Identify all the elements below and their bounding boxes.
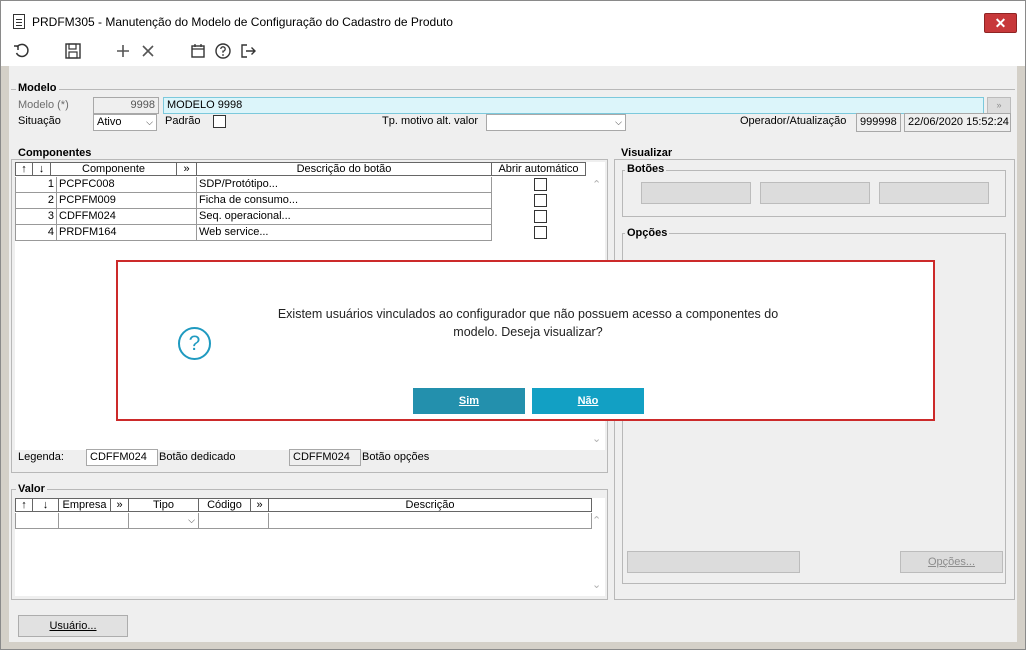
situacao-value: Ativo	[97, 116, 122, 128]
header-componente[interactable]: Componente	[51, 162, 177, 176]
row-descricao[interactable]: Web service...	[197, 225, 492, 241]
chevron-down-icon: ⌵	[615, 117, 622, 127]
valor-group-label: Valor	[16, 483, 47, 495]
header-more-button[interactable]: »	[251, 498, 269, 512]
header-descricao[interactable]: Descrição do botão	[197, 162, 492, 176]
header-empresa[interactable]: Empresa	[59, 498, 111, 512]
modelo-lookup-button[interactable]: »	[987, 97, 1011, 114]
row-componente[interactable]: PCPFC008	[57, 177, 197, 193]
header-codigo[interactable]: Código	[199, 498, 251, 512]
sort-down-icon[interactable]: ↓	[33, 162, 51, 176]
calendar-icon[interactable]	[188, 42, 208, 62]
padrao-checkbox[interactable]	[213, 115, 226, 128]
sort-up-icon[interactable]: ↑	[15, 498, 33, 512]
scroll-down-icon[interactable]: ⌄	[592, 578, 601, 591]
chevron-down-icon: ⌵	[146, 117, 153, 127]
header-abrir[interactable]: Abrir automático	[492, 162, 586, 176]
opcoes-group-label: Opções	[625, 227, 670, 239]
row-descricao[interactable]: Seq. operacional...	[197, 209, 492, 225]
cell-empresa[interactable]	[59, 513, 129, 529]
question-icon: ?	[178, 327, 211, 360]
legenda-label: Legenda:	[18, 451, 64, 463]
row-abrir-checkbox[interactable]	[534, 226, 547, 239]
sort-down-icon[interactable]: ↓	[33, 498, 59, 512]
opcoes-button[interactable]: Opções...	[900, 551, 1003, 573]
chevron-down-icon: ⌵	[188, 515, 195, 525]
header-more-button[interactable]: »	[111, 498, 129, 512]
operador-field: 999998	[856, 113, 901, 132]
header-more-button[interactable]: »	[177, 162, 197, 176]
botoes-group-label: Botões	[625, 163, 667, 175]
preview-button-2[interactable]	[760, 182, 870, 204]
exit-icon[interactable]	[238, 42, 258, 62]
preview-option-field[interactable]	[627, 551, 800, 573]
row-seq[interactable]: 2	[15, 193, 57, 209]
dialog-message-line-2: modelo. Deseja visualizar?	[453, 325, 603, 339]
help-icon[interactable]	[213, 42, 233, 62]
header-descricao[interactable]: Descrição	[269, 498, 592, 512]
padrao-label: Padrão	[165, 115, 201, 127]
row-seq[interactable]: 3	[15, 209, 57, 225]
modelo-group-label: Modelo	[16, 82, 59, 94]
add-icon[interactable]	[113, 42, 133, 62]
sort-up-icon[interactable]: ↑	[15, 162, 33, 176]
save-icon[interactable]	[63, 42, 83, 62]
window-title: PRDFM305 - Manutenção do Modelo de Confi…	[32, 15, 453, 29]
row-componente[interactable]: PRDFM164	[57, 225, 197, 241]
row-abrir-checkbox[interactable]	[534, 210, 547, 223]
legenda-opcoes-label: Botão opções	[362, 451, 430, 463]
legenda-dedicado-sample: CDFFM024	[86, 449, 158, 466]
cell-codigo[interactable]	[199, 513, 269, 529]
row-descricao[interactable]: SDP/Protótipo...	[197, 177, 492, 193]
dialog-message: Existem usuários vinculados ao configura…	[258, 305, 798, 341]
row-abrir-checkbox[interactable]	[534, 194, 547, 207]
valor-grid: ↑ ↓ Empresa » Tipo Código » Descrição ⌵ …	[15, 498, 605, 596]
main-window: PRDFM305 - Manutenção do Modelo de Confi…	[0, 0, 1026, 650]
operador-label: Operador/Atualização	[740, 115, 847, 127]
situacao-label: Situação	[18, 115, 61, 127]
header-tipo[interactable]: Tipo	[129, 498, 199, 512]
modelo-name-field[interactable]: MODELO 9998	[163, 97, 984, 114]
row-descricao[interactable]: Ficha de consumo...	[197, 193, 492, 209]
row-seq[interactable]: 4	[15, 225, 57, 241]
dialog-message-line-1: Existem usuários vinculados ao configura…	[277, 307, 779, 321]
modelo-label: Modelo (*)	[18, 99, 69, 111]
preview-button-3[interactable]	[879, 182, 989, 204]
preview-button-1[interactable]	[641, 182, 751, 204]
row-componente[interactable]: CDFFM024	[57, 209, 197, 225]
toolbar	[1, 39, 1025, 66]
legenda-dedicado-label: Botão dedicado	[159, 451, 236, 463]
tp-motivo-select[interactable]: ⌵	[486, 114, 626, 131]
delete-icon[interactable]	[138, 42, 158, 62]
scroll-up-icon[interactable]: ⌃	[592, 178, 601, 191]
confirm-dialog: ? Existem usuários vinculados ao configu…	[116, 260, 935, 421]
modelo-divider	[11, 89, 1015, 90]
visualizar-group-label: Visualizar	[619, 147, 675, 159]
undo-icon[interactable]	[12, 42, 32, 62]
atualizacao-field: 22/06/2020 15:52:24	[904, 113, 1011, 132]
componentes-group-label: Componentes	[16, 147, 94, 159]
document-icon	[13, 14, 25, 29]
yes-button[interactable]: Sim	[413, 388, 525, 414]
cell-sort[interactable]	[15, 513, 59, 529]
no-button[interactable]: Não	[532, 388, 644, 414]
row-seq[interactable]: 1	[15, 177, 57, 193]
situacao-select[interactable]: Ativo ⌵	[93, 114, 157, 131]
usuario-button[interactable]: Usuário...	[18, 615, 128, 637]
scroll-up-icon[interactable]: ⌃	[592, 514, 601, 527]
cell-descricao[interactable]	[269, 513, 592, 529]
legenda-opcoes-sample: CDFFM024	[289, 449, 361, 466]
row-abrir-checkbox[interactable]	[534, 178, 547, 191]
row-componente[interactable]: PCPFM009	[57, 193, 197, 209]
cell-tipo-select[interactable]: ⌵	[129, 513, 199, 529]
modelo-code-field[interactable]: 9998	[93, 97, 159, 114]
close-button[interactable]: ✕	[984, 13, 1017, 33]
tp-motivo-label: Tp. motivo alt. valor	[382, 115, 478, 127]
scroll-down-icon[interactable]: ⌄	[592, 432, 601, 445]
title-bar: PRDFM305 - Manutenção do Modelo de Confi…	[1, 1, 1025, 39]
